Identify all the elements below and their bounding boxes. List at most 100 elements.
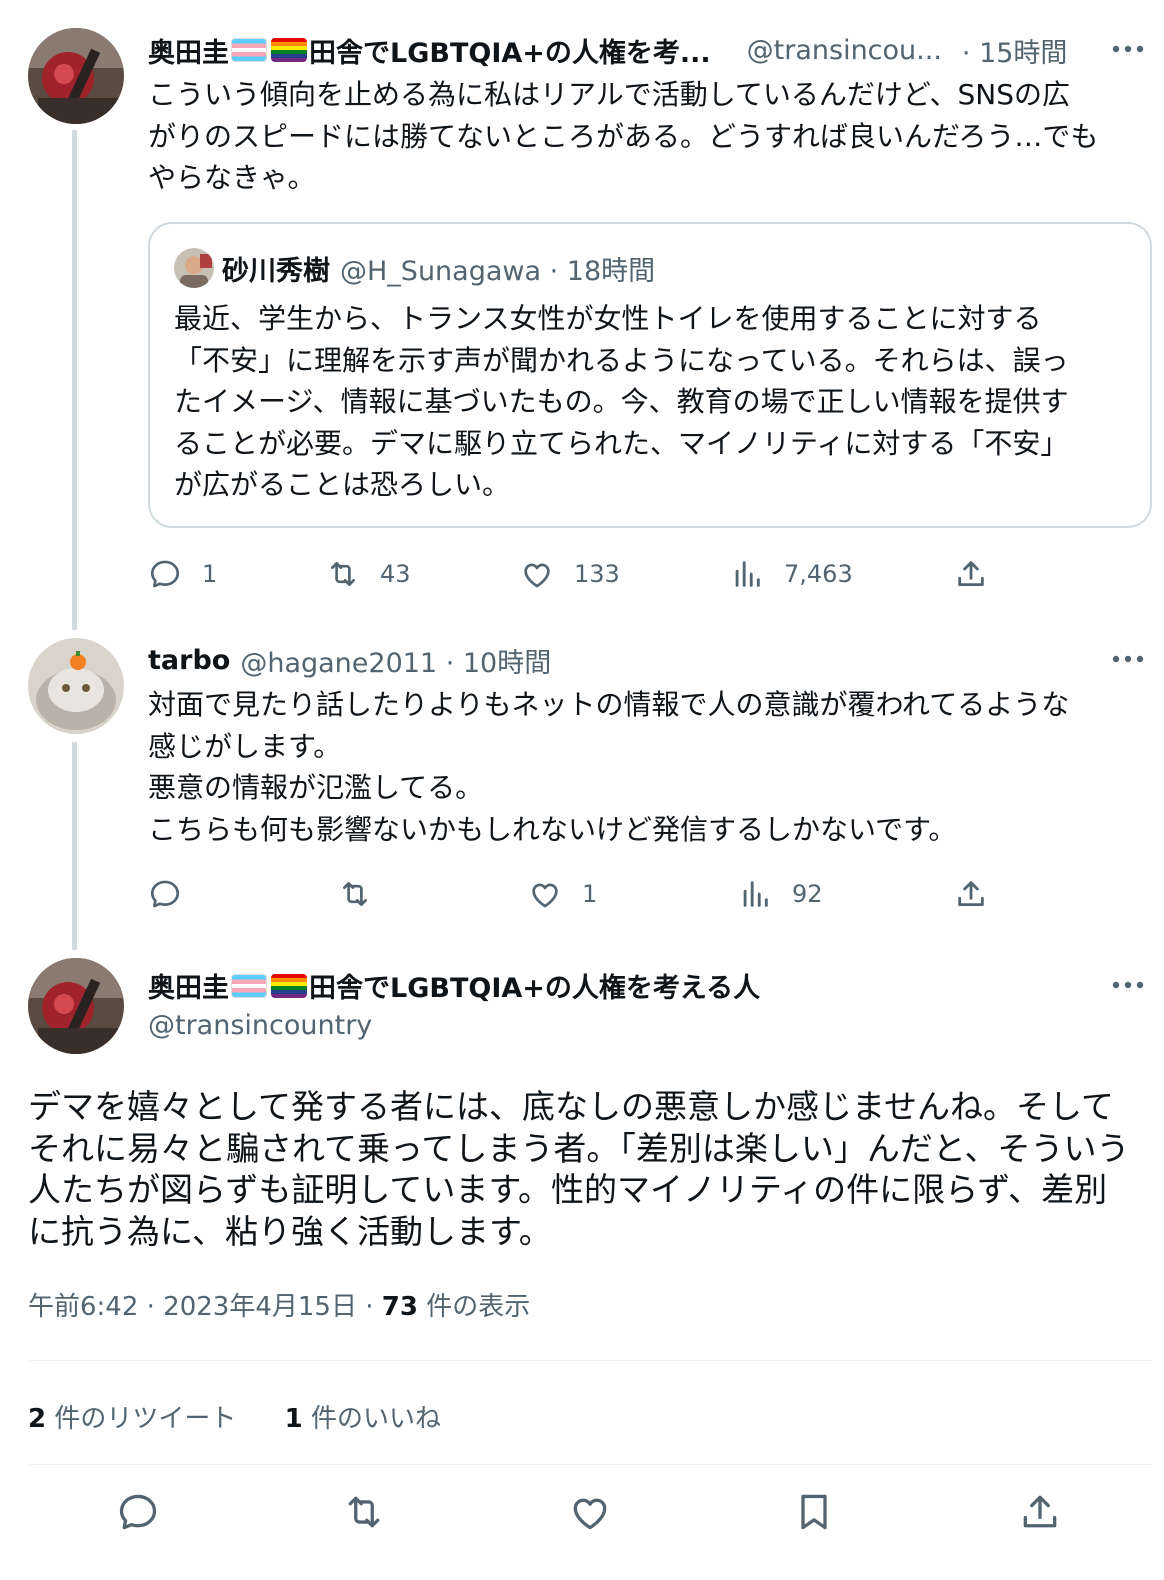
divider: [28, 1464, 1152, 1465]
share-button[interactable]: [954, 554, 1008, 594]
text-line: たイメージ、情報に基づいたもの。今、教育の場で正しい情報を提供す: [174, 385, 1069, 418]
tweet-meta: 午前6:42 · 2023年4月15日 · 73 件の表示: [28, 1286, 530, 1323]
thread-line: [72, 742, 77, 950]
quoted-tweet[interactable]: 砂川秀樹 @H_Sunagawa · 18時間 最近、学生から、トランス女性が女…: [148, 222, 1152, 528]
bookmark-icon: [801, 1494, 827, 1530]
heart-icon: [573, 1498, 607, 1530]
more-icon[interactable]: [1108, 644, 1148, 674]
author-name[interactable]: 奥田圭: [148, 966, 229, 1005]
reply-icon: [119, 1494, 157, 1530]
views-button[interactable]: 7,463: [730, 554, 853, 594]
text-line: こちらも何も影響ないかもしれないけど発信するしかないです。: [148, 812, 957, 846]
heart-icon: [532, 883, 558, 908]
bookmark-button[interactable]: [792, 1490, 836, 1534]
like-count: 1: [284, 1404, 303, 1434]
author-handle[interactable]: @transincou...: [747, 35, 942, 66]
author-name[interactable]: tarbo: [148, 645, 230, 676]
author-name-tail[interactable]: 田舎でLGBTQIA+の人権を考...: [309, 31, 711, 70]
like-button[interactable]: 1: [528, 874, 597, 914]
heart-icon: [524, 563, 550, 588]
like-button[interactable]: 133: [520, 554, 620, 594]
text-line: こういう傾向を止める為に私はリアルで活動しているんだけど、SNSの広: [148, 78, 1070, 111]
retweet-button[interactable]: [342, 1490, 386, 1534]
view-count: 73: [381, 1292, 418, 1322]
retweet-count: 2: [28, 1404, 47, 1434]
reply-count: 1: [202, 560, 218, 588]
view-count: 92: [792, 880, 823, 908]
text-line: がりのスピードには勝てないところがある。どうすれば良いんだろう…でも: [148, 119, 1099, 153]
author-name[interactable]: 奥田圭: [148, 31, 229, 70]
tweet-actions: 1 43 133 7,463: [148, 554, 1018, 594]
share-icon: [1023, 1495, 1057, 1528]
text-line: が広がることは恐ろしい。: [174, 468, 511, 501]
view-label: 件の表示: [417, 1292, 531, 1322]
divider: [28, 1360, 1152, 1361]
reply-icon: [150, 560, 180, 588]
more-icon[interactable]: [1108, 34, 1148, 64]
views-button[interactable]: 92: [738, 874, 823, 914]
tweet-text: 対面で見たり話したりよりもネットの情報で人の意識が覆われてるような 感じがします…: [148, 684, 1158, 850]
tweet-actions: 1 92: [148, 874, 1018, 914]
like-count: 1: [582, 880, 598, 908]
like-count: 133: [574, 560, 620, 588]
reply-icon: [150, 880, 180, 908]
rainbow-flag-icon: [271, 38, 307, 62]
reply-button[interactable]: [148, 874, 202, 914]
share-icon: [958, 881, 984, 907]
views-icon: [743, 881, 768, 907]
share-button[interactable]: [954, 874, 1008, 914]
views-icon: [735, 561, 760, 587]
text-line: 最近、学生から、トランス女性が女性トイレを使用することに対する: [174, 302, 1042, 335]
avatar[interactable]: [28, 958, 124, 1054]
retweet-icon: [331, 562, 355, 586]
action-bar: [28, 1480, 1152, 1544]
author-name-tail[interactable]: 田舎でLGBTQIA+の人権を考える人: [309, 966, 760, 1005]
trans-flag-icon: [231, 38, 267, 62]
engagement-stats: 2 件のリツイート 1 件のいいね: [28, 1398, 441, 1435]
main-tweet-text: デマを嬉々として発する者には、底なしの悪意しか感じませんね。そして それに易々と…: [28, 1086, 1148, 1252]
tweet-header: 奥田圭 田舎でLGBTQIA+の人権を考... @transincou... ·…: [148, 28, 1067, 72]
rainbow-flag-icon: [271, 973, 307, 998]
avatar[interactable]: [28, 28, 124, 124]
quote-handle-time: @H_Sunagawa · 18時間: [340, 255, 656, 287]
text-line: に抗う為に、粘り強く活動します。: [28, 1211, 552, 1251]
text-line: 人たちが図らずも証明しています。性的マイノリティの件に限らず、差別: [28, 1170, 1108, 1209]
quote-text: 最近、学生から、トランス女性が女性トイレを使用することに対する 「不安」に理解を…: [174, 298, 1134, 506]
avatar[interactable]: [28, 638, 124, 734]
text-line: デマを嬉々として発する者には、底なしの悪意しか感じませんね。そして: [28, 1087, 1115, 1126]
author-name-row: 奥田圭 田舎でLGBTQIA+の人権を考える人: [148, 966, 760, 1005]
view-count: 7,463: [784, 560, 853, 588]
quote-author-name: 砂川秀樹: [222, 255, 330, 287]
avatar: [174, 248, 214, 288]
retweet-button[interactable]: 43: [326, 554, 411, 594]
text-line: 悪意の情報が氾濫してる。: [148, 771, 484, 804]
like-label: 件のいいね: [302, 1404, 441, 1434]
share-icon: [958, 561, 984, 587]
thread-line: [72, 130, 77, 630]
author-handle-time[interactable]: @hagane2011 · 10時間: [240, 641, 551, 680]
like-button[interactable]: [568, 1490, 612, 1534]
reply-button[interactable]: [116, 1490, 160, 1534]
timestamp[interactable]: 午前6:42 · 2023年4月15日 ·: [28, 1292, 382, 1322]
text-line: やらなきゃ。: [148, 161, 316, 194]
retweet-stat[interactable]: 2 件のリツイート: [28, 1404, 236, 1434]
retweet-count: 43: [380, 560, 411, 588]
tweet-time[interactable]: · 15時間: [962, 31, 1068, 70]
retweet-label: 件のリツイート: [46, 1404, 237, 1434]
retweet-button[interactable]: [338, 874, 392, 914]
text-line: それに易々と騙されて乗ってしまう者。「差別は楽しい」んだと、そういう: [28, 1128, 1130, 1168]
share-button[interactable]: [1018, 1490, 1062, 1534]
author-handle[interactable]: @transincountry: [148, 1010, 372, 1041]
more-icon[interactable]: [1108, 970, 1148, 1000]
trans-flag-icon: [231, 973, 267, 998]
quote-header: 砂川秀樹 @H_Sunagawa · 18時間: [174, 248, 656, 288]
retweet-icon: [343, 882, 367, 906]
tweet-header: tarbo @hagane2011 · 10時間: [148, 638, 551, 682]
like-stat[interactable]: 1 件のいいね: [285, 1404, 441, 1434]
text-line: 「不安」に理解を示す声が聞かれるようになっている。それらは、誤っ: [174, 343, 1069, 377]
text-line: ることが必要。デマに駆り立てられた、マイノリティに対する「不安」: [174, 426, 1069, 460]
retweet-icon: [348, 1496, 380, 1528]
text-line: 感じがします。: [148, 729, 342, 763]
reply-button[interactable]: 1: [148, 554, 217, 594]
tweet-text: こういう傾向を止める為に私はリアルで活動しているんだけど、SNSの広 がりのスピ…: [148, 74, 1158, 199]
